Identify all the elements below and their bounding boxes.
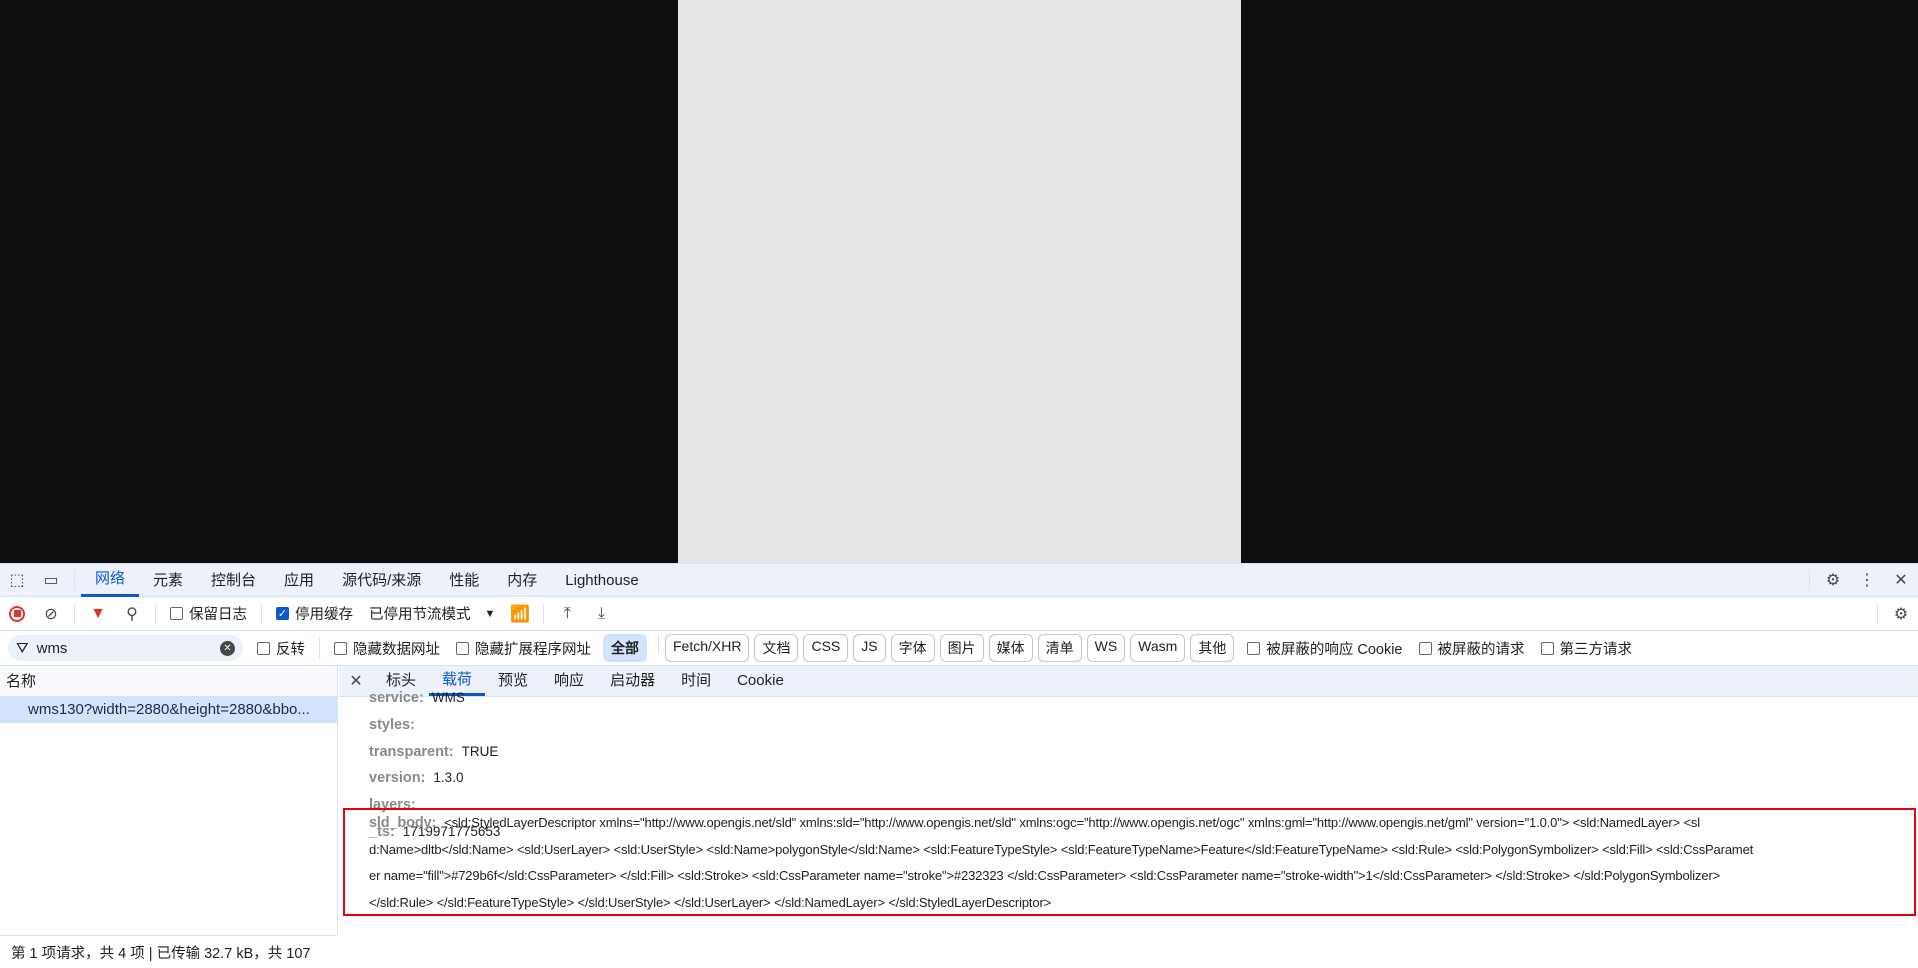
filter-icon[interactable]: ▼: [86, 602, 110, 626]
divider: [1809, 570, 1810, 590]
tab-2[interactable]: 控制台: [197, 564, 270, 597]
third-party-checkbox[interactable]: 第三方请求: [1540, 638, 1633, 659]
name-column-header[interactable]: 名称: [0, 666, 337, 697]
tab-7[interactable]: Lighthouse: [551, 564, 652, 597]
payload-key: transparent:: [369, 743, 454, 760]
blocked-cookies-label: 被屏蔽的响应 Cookie: [1266, 641, 1403, 658]
hide-extension-urls-label: 隐藏扩展程序网址: [475, 641, 591, 658]
hide-data-urls-label: 隐藏数据网址: [353, 641, 440, 658]
payload-row: version: 1.3.0: [369, 765, 1918, 792]
filter-type-4[interactable]: JS: [853, 634, 886, 662]
invert-checkbox[interactable]: 反转: [257, 638, 305, 659]
devtools-tabbar: ⬚ ▭ 网络 元素 控制台 应用 源代码/来源 性能 内存 Lighthouse ⚙ ⋮ ✕: [0, 563, 1918, 597]
tab-5[interactable]: 性能: [435, 564, 493, 597]
inspect-element-icon[interactable]: ⬚: [5, 568, 29, 592]
sld-body-text: er name="fill">#729b6f</sld:CssParameter…: [369, 868, 1721, 883]
request-detail: ✕ 标头 载荷 预览 响应 启动器 时间 Cookie service: WMS styles:…: [339, 666, 1918, 968]
preserve-log-label: 保留日志: [189, 607, 247, 623]
filter-type-2[interactable]: 文档: [754, 634, 799, 662]
upload-icon[interactable]: ⤒: [555, 602, 579, 626]
filter-type-5[interactable]: 字体: [890, 634, 935, 662]
tab-1[interactable]: 元素: [139, 564, 197, 597]
page-content: [678, 0, 1241, 563]
blocked-cookies-checkbox[interactable]: 被屏蔽的响应 Cookie: [1247, 638, 1403, 659]
sld-body-highlight: sld_body: <sld:StyledLayerDescriptor xmln…: [343, 808, 1916, 916]
divider: [1877, 603, 1878, 624]
tab-4[interactable]: 源代码/来源: [328, 564, 435, 597]
chevron-down-icon: ▼: [484, 607, 496, 620]
tab-0[interactable]: 网络: [81, 564, 140, 597]
divider: [155, 603, 156, 624]
blocked-requests-checkbox[interactable]: 被屏蔽的请求: [1418, 638, 1525, 659]
search-icon[interactable]: ⚲: [120, 602, 144, 626]
filter-value[interactable]: wms: [37, 640, 68, 657]
filter-type-0[interactable]: 全部: [603, 634, 647, 662]
divider: [74, 603, 75, 624]
device-toolbar-icon[interactable]: ▭: [39, 568, 63, 592]
third-party-label: 第三方请求: [1559, 641, 1633, 658]
payload-value: TRUE: [461, 743, 499, 759]
divider: [319, 638, 320, 658]
throttle-label: 已停用节流模式: [369, 607, 471, 623]
tab-3[interactable]: 应用: [270, 564, 328, 597]
blocked-requests-label: 被屏蔽的请求: [1437, 641, 1525, 658]
network-toolbar: ⊘ ▼ ⚲ 保留日志 ✓ 停用缓存 已停用节流模式 ▼ 📶 ⤒ ⤓ ⚙: [0, 597, 1918, 631]
filter-type-10[interactable]: Wasm: [1130, 634, 1186, 662]
payload-value: WMS: [431, 690, 465, 705]
divider: [543, 603, 545, 624]
payload-key: service:: [369, 690, 424, 706]
network-settings-icon[interactable]: ⚙: [1889, 602, 1913, 626]
filter-type-11[interactable]: 其他: [1190, 634, 1235, 662]
sld-body-line: </sld:Rule> </sld:FeatureTypeStyle> </sl…: [345, 890, 1914, 917]
request-row[interactable]: wms130?width=2880&height=2880&bbo...: [0, 697, 337, 723]
stop-recording-icon[interactable]: [5, 602, 29, 626]
tab-6[interactable]: 内存: [493, 564, 551, 597]
invert-label: 反转: [276, 641, 305, 658]
divider: [658, 634, 659, 654]
filter-icon: ⛛: [16, 639, 29, 657]
payload-value: 1.3.0: [433, 770, 464, 786]
sld-body-line: d:Name>dltb</sld:Name> <sld:UserLayer> <…: [345, 837, 1914, 864]
throttling-select[interactable]: 已停用节流模式 ▼: [369, 603, 495, 624]
sld-body-line: er name="fill">#729b6f</sld:CssParameter…: [345, 863, 1914, 890]
divider: [261, 603, 262, 624]
sld-body-text: </sld:Rule> </sld:FeatureTypeStyle> </sl…: [369, 894, 1052, 910]
status-bar: 第 1 项请求，共 4 项 | 已传输 32.7 kB，共 107: [0, 935, 338, 968]
browser-viewport: [0, 0, 1918, 563]
payload-key: styles:: [369, 716, 415, 733]
divider: [74, 570, 75, 590]
payload-key: version:: [369, 770, 426, 787]
filter-type-3[interactable]: CSS: [803, 634, 849, 662]
devtools-panel: ⬚ ▭ 网络 元素 控制台 应用 源代码/来源 性能 内存 Lighthouse ⚙ ⋮ ✕ …: [0, 563, 1918, 968]
more-options-icon[interactable]: ⋮: [1855, 568, 1879, 592]
sld-body-line: sld_body: <sld:StyledLayerDescriptor xmln…: [345, 810, 1914, 837]
sld-body-text: d:Name>dltb</sld:Name> <sld:UserLayer> <…: [369, 841, 1754, 857]
hide-data-urls-checkbox[interactable]: 隐藏数据网址: [334, 638, 440, 659]
sld-body-key: sld_body:: [369, 815, 437, 831]
clear-filter-icon[interactable]: ✕: [220, 640, 235, 656]
filter-type-1[interactable]: Fetch/XHR: [665, 634, 750, 662]
filter-input[interactable]: ⛛ wms ✕: [8, 635, 243, 661]
request-list: 名称 wms130?width=2880&height=2880&bbo... …: [0, 666, 338, 968]
preserve-log-checkbox[interactable]: 保留日志: [170, 603, 247, 624]
filter-type-7[interactable]: 媒体: [988, 634, 1033, 662]
sld-body-text: <sld:StyledLayerDescriptor xmlns="http:/…: [444, 815, 1701, 830]
filter-bar: ⛛ wms ✕ 反转 隐藏数据网址 隐藏扩展程序网址 全部 Fetch/XHR 文档…: [0, 631, 1918, 666]
network-conditions-icon[interactable]: 📶: [508, 602, 532, 626]
clear-icon[interactable]: ⊘: [39, 602, 63, 626]
close-devtools-icon[interactable]: ✕: [1889, 568, 1913, 592]
disable-cache-label: 停用缓存: [295, 607, 353, 623]
payload-row: styles:: [369, 712, 1918, 739]
payload-row: service: WMS: [369, 685, 1918, 712]
download-icon[interactable]: ⤓: [589, 602, 613, 626]
filter-type-6[interactable]: 图片: [939, 634, 984, 662]
payload-row: transparent: TRUE: [369, 739, 1918, 766]
hide-extension-urls-checkbox[interactable]: 隐藏扩展程序网址: [456, 638, 591, 659]
filter-type-8[interactable]: 清单: [1037, 634, 1082, 662]
settings-icon[interactable]: ⚙: [1821, 568, 1845, 592]
filter-type-9[interactable]: WS: [1086, 634, 1126, 662]
disable-cache-checkbox[interactable]: ✓ 停用缓存: [276, 603, 353, 624]
